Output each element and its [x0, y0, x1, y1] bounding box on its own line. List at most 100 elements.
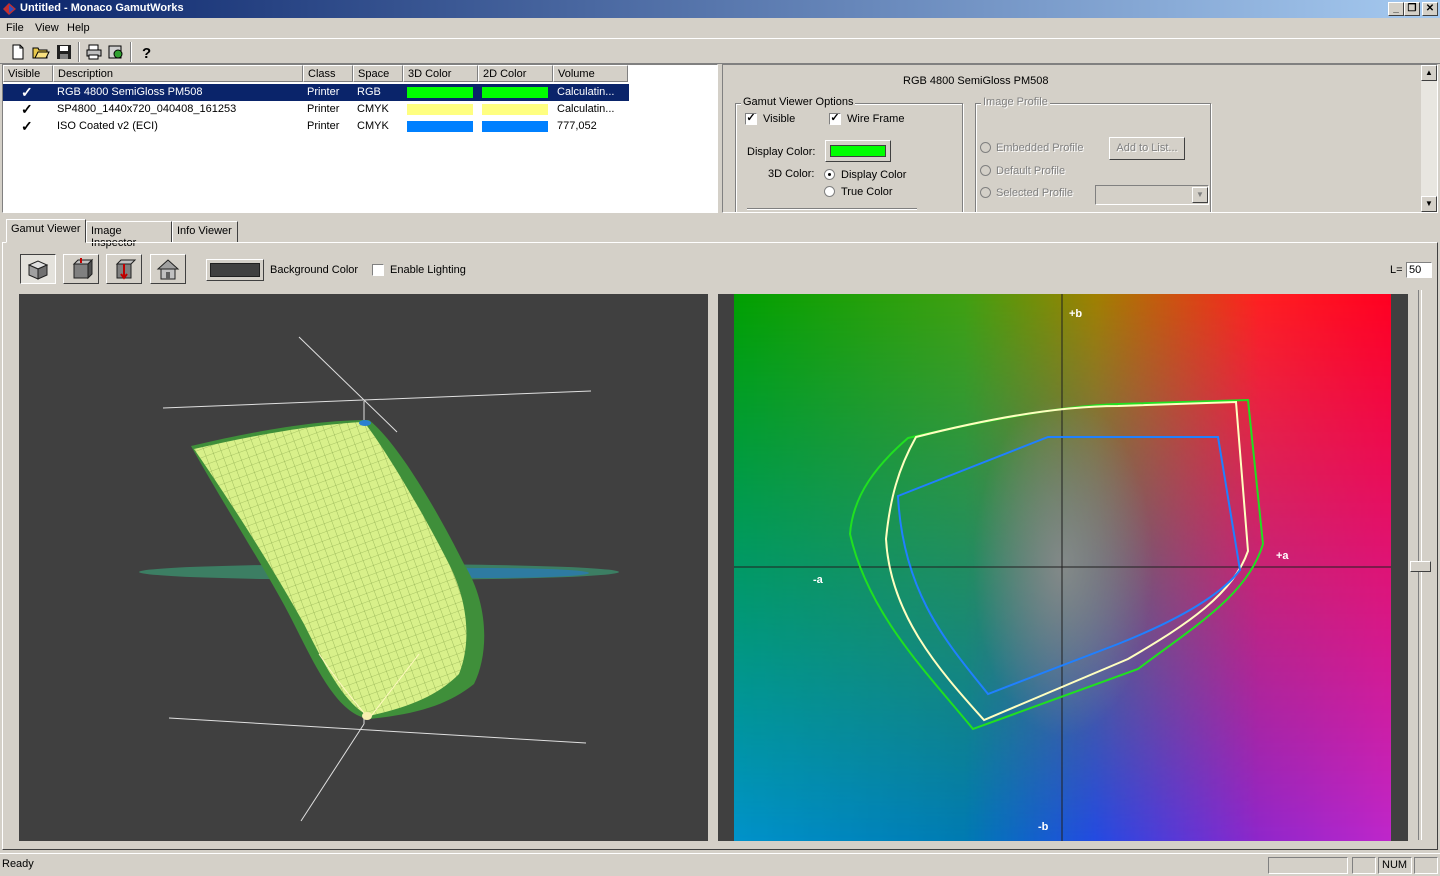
profile-volume: Calculatin... — [557, 103, 615, 115]
gamut-2d-viewport[interactable]: +b -b +a -a — [718, 294, 1408, 841]
profile-list: Visible Description Class Space 3D Color… — [2, 64, 718, 213]
visible-checkbox[interactable]: ✓ — [745, 113, 757, 125]
status-pane — [1414, 857, 1438, 874]
visible-check-icon[interactable]: ✓ — [21, 84, 33, 101]
options-slider-track[interactable] — [747, 208, 917, 210]
options-scrollbar[interactable]: ▲ ▼ — [1421, 65, 1437, 212]
3d-color-swatch[interactable] — [407, 87, 473, 98]
home-icon — [156, 259, 180, 280]
selected-profile-label: Selected Profile — [996, 187, 1074, 199]
profile-row[interactable]: ✓ ISO Coated v2 (ECI) Printer CMYK 777,0… — [3, 118, 629, 135]
close-button[interactable]: ✕ — [1422, 2, 1438, 16]
2d-color-swatch[interactable] — [482, 87, 548, 98]
lightness-input[interactable]: 50 — [1406, 262, 1432, 278]
gamut-viewer-options-title: Gamut Viewer Options — [741, 96, 856, 108]
column-header-space[interactable]: Space — [353, 65, 403, 82]
embedded-profile-label: Embedded Profile — [996, 142, 1084, 154]
profile-space: RGB — [357, 86, 381, 98]
profile-row[interactable]: ✓ SP4800_1440x720_040408_161253 Printer … — [3, 101, 629, 118]
num-lock-indicator: NUM — [1378, 857, 1412, 874]
profile-volume: Calculatin... — [557, 86, 615, 98]
selected-profile-dropdown[interactable]: ▼ — [1095, 185, 1209, 205]
profile-description: RGB 4800 SemiGloss PM508 — [57, 86, 203, 98]
menu-file[interactable]: File — [6, 22, 24, 34]
axis-label-minus-b: -b — [1038, 821, 1049, 833]
view-3d-button[interactable] — [20, 254, 56, 284]
default-profile-radio[interactable] — [980, 165, 991, 176]
app-icon — [3, 3, 16, 15]
column-header-visible[interactable]: Visible — [3, 65, 53, 82]
gamut-3d-viewport[interactable] — [19, 294, 708, 841]
profile-class: Printer — [307, 120, 340, 132]
profile-volume: 777,052 — [557, 120, 597, 132]
image-profile-title: Image Profile — [981, 96, 1050, 108]
background-color-swatch — [210, 263, 260, 277]
gamut-2d-render — [734, 294, 1391, 841]
window-title: Untitled - Monaco GamutWorks — [20, 2, 184, 14]
axis-label-plus-b: +b — [1069, 308, 1083, 320]
title-bar: Untitled - Monaco GamutWorks _ ❐ ✕ — [0, 0, 1440, 18]
visible-check-icon[interactable]: ✓ — [21, 118, 33, 135]
menu-help[interactable]: Help — [67, 22, 90, 34]
selected-profile-radio[interactable] — [980, 187, 991, 198]
column-header-class[interactable]: Class — [303, 65, 353, 82]
gamut-3d-render — [139, 336, 619, 822]
open-folder-icon[interactable] — [31, 42, 51, 62]
2d-color-swatch[interactable] — [482, 104, 548, 115]
svg-text:?: ? — [142, 45, 151, 62]
display-color-button[interactable] — [825, 140, 891, 162]
wireframe-checkbox[interactable]: ✓ — [829, 113, 841, 125]
column-header-volume[interactable]: Volume — [553, 65, 628, 82]
display-color-radio[interactable] — [824, 169, 835, 180]
view-side-button[interactable] — [106, 254, 142, 284]
visible-checkbox-label: Visible — [763, 113, 796, 125]
tab-image-inspector[interactable]: Image Inspector — [86, 221, 172, 249]
background-color-button[interactable] — [206, 259, 264, 281]
lightness-label: L= — [1390, 264, 1403, 276]
enable-lighting-label: Enable Lighting — [390, 264, 466, 276]
view-front-button[interactable] — [63, 254, 99, 284]
display-color-label: Display Color: — [747, 146, 816, 158]
column-header-2d-color[interactable]: 2D Color — [478, 65, 553, 82]
column-header-description[interactable]: Description — [53, 65, 303, 82]
3d-color-label: 3D Color: — [768, 168, 815, 180]
profile-options-panel: RGB 4800 SemiGloss PM508 Gamut Viewer Op… — [722, 64, 1438, 213]
axis-label-minus-a: -a — [813, 574, 823, 586]
settings-icon[interactable] — [106, 42, 126, 62]
restore-button[interactable]: ❐ — [1404, 2, 1420, 16]
scroll-down-icon[interactable]: ▼ — [1421, 196, 1437, 212]
enable-lighting-checkbox[interactable] — [372, 264, 384, 276]
tab-gamut-viewer[interactable]: Gamut Viewer — [6, 219, 86, 243]
display-color-radio-label: Display Color — [841, 169, 907, 181]
print-icon[interactable] — [84, 42, 104, 62]
column-header-3d-color[interactable]: 3D Color — [403, 65, 478, 82]
toolbar-separator — [78, 42, 80, 62]
wireframe-checkbox-label: Wire Frame — [847, 113, 905, 125]
profile-row[interactable]: ✓ RGB 4800 SemiGloss PM508 Printer RGB C… — [3, 84, 629, 101]
new-file-icon[interactable] — [8, 42, 28, 62]
2d-color-swatch[interactable] — [482, 121, 548, 132]
menu-view[interactable]: View — [35, 22, 59, 34]
help-icon[interactable]: ? — [136, 42, 156, 62]
profile-class: Printer — [307, 103, 340, 115]
cube-side-icon — [115, 259, 137, 280]
visible-check-icon[interactable]: ✓ — [21, 101, 33, 118]
add-to-list-button[interactable]: Add to List... — [1109, 137, 1185, 160]
scroll-up-icon[interactable]: ▲ — [1421, 65, 1437, 81]
status-pane — [1268, 857, 1348, 874]
tab-info-viewer[interactable]: Info Viewer — [172, 221, 238, 243]
profile-space: CMYK — [357, 120, 389, 132]
axis-label-plus-a: +a — [1276, 550, 1289, 562]
view-home-button[interactable] — [150, 254, 186, 284]
lightness-slider-thumb[interactable] — [1410, 561, 1431, 572]
selected-profile-name: RGB 4800 SemiGloss PM508 — [903, 75, 1049, 87]
3d-color-swatch[interactable] — [407, 121, 473, 132]
menu-bar: File View Help — [0, 18, 1440, 38]
embedded-profile-radio[interactable] — [980, 142, 991, 153]
3d-color-swatch[interactable] — [407, 104, 473, 115]
save-icon[interactable] — [54, 42, 74, 62]
minimize-button[interactable]: _ — [1388, 2, 1404, 16]
true-color-radio[interactable] — [824, 186, 835, 197]
chevron-down-icon: ▼ — [1192, 187, 1208, 203]
display-color-swatch — [830, 145, 886, 157]
